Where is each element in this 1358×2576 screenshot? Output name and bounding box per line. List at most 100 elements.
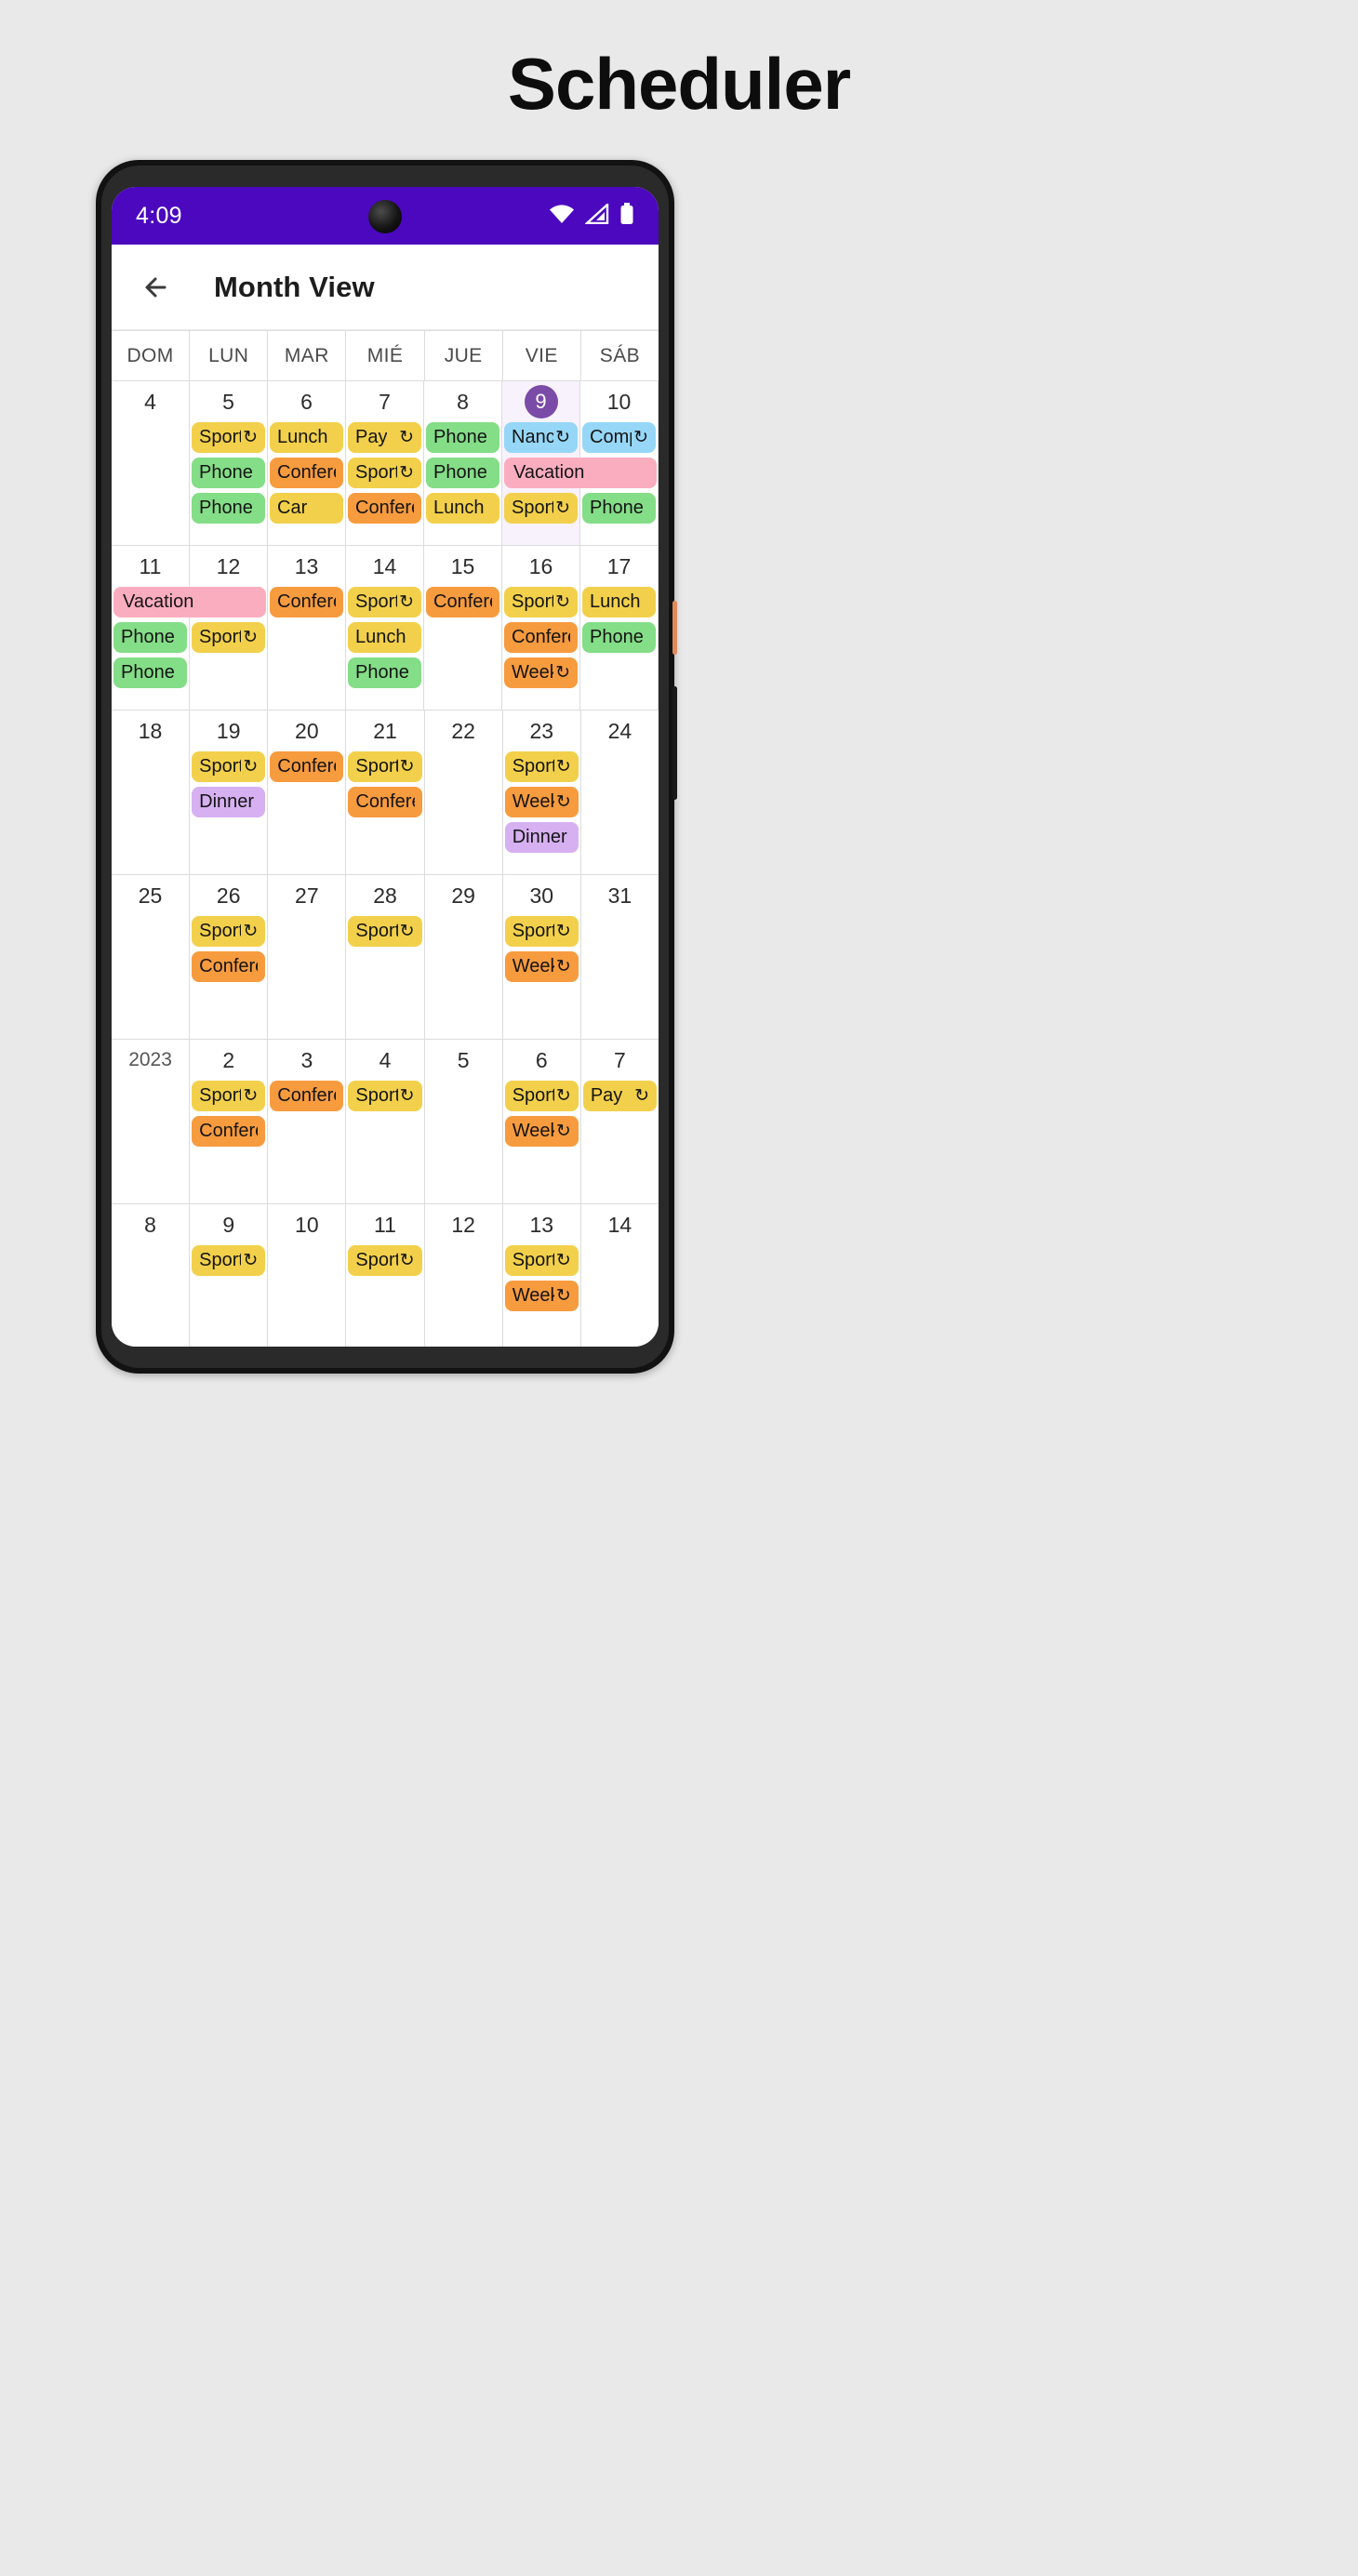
event-chip[interactable]: Confere [270, 751, 344, 782]
day-cell-5[interactable]: 5 Sport ↻ Phone Phone [190, 381, 268, 545]
day-cell-6[interactable]: 6Sport↻Week↻ [503, 1040, 581, 1203]
day-cell-27[interactable]: 27 [268, 875, 347, 1039]
day-cell-14[interactable]: 14 [581, 1204, 659, 1347]
event-chip[interactable]: Sport ↻ [348, 916, 422, 947]
event-chip[interactable]: Phone [348, 657, 421, 688]
day-cell-14[interactable]: 14 Sport ↻ Lunch Phone [346, 546, 424, 710]
event-chip[interactable]: Week↻ [504, 1281, 579, 1311]
event-chip[interactable]: Sport ↻ [348, 587, 421, 617]
event-chip[interactable]: Dinner [192, 787, 266, 817]
day-cell-21[interactable]: 21 Sport↻ Confere [346, 710, 425, 874]
month-calendar[interactable]: DOM LUN MAR MIÉ JUE VIE SÁB 4 5 Sport ↻ Phone Phone… [112, 330, 659, 1347]
day-cell-10[interactable]: 10 [268, 1204, 347, 1347]
event-chip[interactable]: Pay ↻ [582, 1081, 657, 1111]
event-chip[interactable]: Sport ↻ [348, 1245, 422, 1276]
event-chip[interactable]: Phone [582, 622, 656, 653]
event-chip[interactable]: Lunch [348, 622, 421, 653]
day-cell-24[interactable]: 24 [581, 710, 659, 874]
power-button[interactable] [672, 601, 677, 655]
event-chip[interactable]: Sport ↻ [504, 1081, 579, 1111]
event-chip[interactable]: Lunch [270, 422, 343, 453]
day-cell-20[interactable]: 20 Confere [268, 710, 347, 874]
event-chip[interactable]: Sport ↻ [504, 751, 579, 782]
event-chip[interactable]: Confere [348, 493, 421, 524]
event-chip[interactable]: Sport ↻ [504, 916, 579, 947]
day-cell-16[interactable]: 16Sport↻ConfereWeek↻ [502, 546, 580, 710]
event-chip[interactable]: Confere [270, 458, 343, 488]
event-chip[interactable]: Confere [504, 622, 578, 653]
event-chip[interactable]: Phone [113, 622, 187, 653]
event-chip[interactable]: Sport ↻ [192, 622, 265, 653]
event-chip[interactable]: Confere [426, 587, 499, 617]
event-chip-multiday[interactable]: Vacation [504, 458, 657, 488]
day-cell-11[interactable]: 11 Phone Phone [112, 546, 190, 710]
event-chip[interactable]: Car [270, 493, 343, 524]
event-chip[interactable]: Confere [270, 587, 343, 617]
event-chip[interactable]: Sport ↻ [192, 751, 266, 782]
event-chip[interactable]: Phone [582, 493, 656, 524]
day-cell-2[interactable]: 2 Sport↻ Confere [190, 1040, 269, 1203]
event-chip[interactable]: Week↻ [504, 951, 579, 982]
event-chip[interactable]: Sport ↻ [504, 493, 578, 524]
event-chip[interactable]: Comp↻ [582, 422, 656, 453]
event-chip[interactable]: Sport ↻ [348, 458, 421, 488]
day-cell-2023[interactable]: 2023 [112, 1040, 191, 1203]
event-chip[interactable]: Lunch [426, 493, 499, 524]
back-arrow-icon[interactable] [138, 267, 179, 308]
day-cell-13[interactable]: 13Sport↻Week↻ [503, 1204, 581, 1347]
day-cell-7[interactable]: 7 Pay ↻ [581, 1040, 659, 1203]
event-chip[interactable]: Phone [192, 493, 265, 524]
event-chip[interactable]: Sport ↻ [192, 916, 266, 947]
event-chip[interactable]: Phone [426, 422, 499, 453]
day-cell-13[interactable]: 13 Confere [268, 546, 346, 710]
event-chip[interactable]: Sport ↻ [192, 1081, 266, 1111]
weeks-container[interactable]: 45Sport↻PhonePhone6LunchConfereCar7Pay↻S… [112, 381, 659, 1347]
day-cell-29[interactable]: 29 [425, 875, 503, 1039]
day-cell-3[interactable]: 3 Confere [268, 1040, 347, 1203]
day-cell-9[interactable]: 9 Sport ↻ [190, 1204, 269, 1347]
day-cell-7[interactable]: 7Pay↻Sport↻Confere [346, 381, 424, 545]
event-chip[interactable]: Phone [426, 458, 499, 488]
day-cell-11[interactable]: 11 Sport ↻ [346, 1204, 425, 1347]
day-cell-6[interactable]: 6 Lunch Confere Car [268, 381, 346, 545]
day-cell-4[interactable]: 4 Sport ↻ [346, 1040, 425, 1203]
event-chip[interactable]: Sport ↻ [192, 1245, 266, 1276]
event-chip[interactable]: Sport ↻ [504, 1245, 579, 1276]
event-chip[interactable]: Week↻ [504, 657, 578, 688]
event-chip[interactable]: Confere [192, 1116, 266, 1147]
event-chip[interactable]: Nanc ↻ [504, 422, 578, 453]
event-chip[interactable]: Phone [192, 458, 265, 488]
event-chip[interactable]: Sport ↻ [348, 751, 422, 782]
event-chip[interactable]: Pay ↻ [348, 422, 421, 453]
event-chip[interactable]: Sport ↻ [504, 587, 578, 617]
event-chip[interactable]: Week↻ [504, 787, 579, 817]
event-chip[interactable]: Confere [270, 1081, 344, 1111]
event-chip[interactable]: Confere [192, 951, 266, 982]
volume-button[interactable] [672, 686, 677, 800]
day-cell-15[interactable]: 15 Confere [424, 546, 502, 710]
day-cell-12[interactable]: 12 Sport ↻ [190, 546, 268, 710]
day-cell-25[interactable]: 25 [112, 875, 191, 1039]
event-chip[interactable]: Dinner [504, 822, 579, 853]
event-chip[interactable]: Phone [113, 657, 187, 688]
event-chip-multiday[interactable]: Vacation [113, 587, 266, 617]
event-chip[interactable]: Sport ↻ [192, 422, 265, 453]
event-chip[interactable]: Week↻ [504, 1116, 579, 1147]
day-cell-12[interactable]: 12 [425, 1204, 503, 1347]
day-cell-22[interactable]: 22 [425, 710, 503, 874]
day-cell-18[interactable]: 18 [112, 710, 191, 874]
day-cell-26[interactable]: 26 Sport↻ Confere [190, 875, 269, 1039]
day-cell-23[interactable]: 23Sport↻Week↻Dinner [503, 710, 581, 874]
day-cell-8[interactable]: 8 Phone Phone Lunch [424, 381, 502, 545]
day-cell-31[interactable]: 31 [581, 875, 659, 1039]
event-chip[interactable]: Sport ↻ [348, 1081, 422, 1111]
day-cell-5[interactable]: 5 [425, 1040, 503, 1203]
day-cell-17[interactable]: 17 Lunch Phone [580, 546, 659, 710]
day-cell-28[interactable]: 28 Sport ↻ [346, 875, 425, 1039]
event-chip[interactable]: Lunch [582, 587, 656, 617]
day-cell-4[interactable]: 4 [112, 381, 190, 545]
event-chip[interactable]: Confere [348, 787, 422, 817]
day-cell-30[interactable]: 30Sport↻Week↻ [503, 875, 581, 1039]
day-cell-19[interactable]: 19 Sport ↻ Dinner [190, 710, 269, 874]
day-cell-8[interactable]: 8 [112, 1204, 191, 1347]
